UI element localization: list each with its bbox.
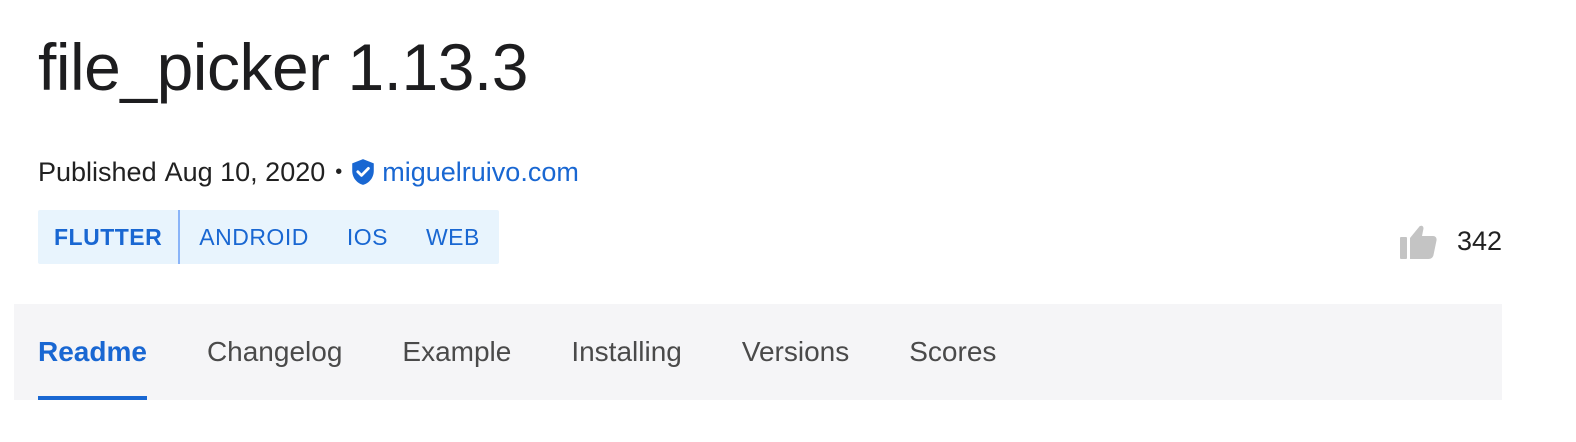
- publisher-link[interactable]: miguelruivo.com: [382, 155, 579, 189]
- tab-scores[interactable]: Scores: [909, 304, 996, 400]
- tab-example[interactable]: Example: [402, 304, 511, 400]
- verified-publisher-icon: [350, 158, 376, 186]
- platform-tag-ios[interactable]: IOS: [328, 210, 407, 264]
- package-meta: Published Aug 10, 2020 • miguelruivo.com: [38, 155, 579, 189]
- platform-tag-android[interactable]: ANDROID: [180, 210, 328, 264]
- tab-readme[interactable]: Readme: [38, 304, 147, 400]
- tab-installing[interactable]: Installing: [571, 304, 682, 400]
- tab-versions[interactable]: Versions: [742, 304, 849, 400]
- meta-separator: •: [335, 161, 343, 183]
- platform-tags: FLUTTER ANDROID IOS WEB: [38, 210, 499, 264]
- likes-count: 342: [1456, 225, 1502, 256]
- platform-tag-web[interactable]: WEB: [407, 210, 499, 264]
- tab-changelog[interactable]: Changelog: [207, 304, 342, 400]
- thumbs-up-icon[interactable]: [1399, 222, 1439, 260]
- published-date: Aug 10, 2020: [164, 157, 326, 187]
- likes-widget: 342: [1399, 222, 1502, 260]
- package-title: file_picker 1.13.3: [38, 30, 528, 104]
- sdk-tag-flutter[interactable]: FLUTTER: [38, 210, 181, 264]
- detail-tabs: Readme Changelog Example Installing Vers…: [14, 304, 1502, 400]
- package-header: file_picker 1.13.3 Published Aug 10, 202…: [0, 0, 1576, 442]
- published-label: Published: [38, 157, 157, 187]
